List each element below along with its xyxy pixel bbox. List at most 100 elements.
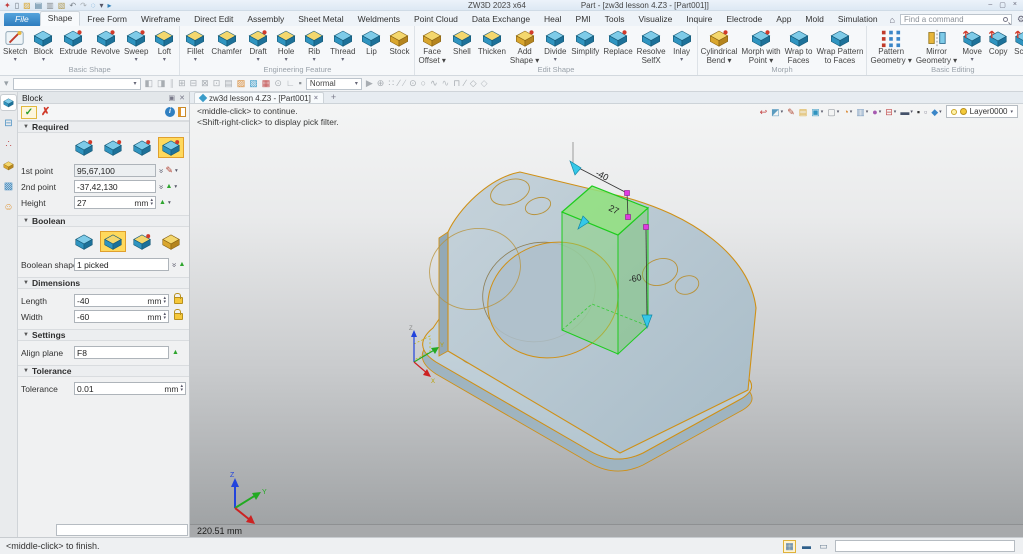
back-arrow-icon[interactable]: ↩ [760,107,768,117]
redo-icon[interactable]: ↷ [80,1,87,10]
dock-icon[interactable]: ▣ [169,94,176,102]
quick-edit-icon[interactable]: ▤ [799,107,808,117]
settings-gear-icon[interactable]: ⚙ [1017,14,1023,25]
ribbon-button-resolve-selfx[interactable]: Resolve SelfX [635,27,668,65]
menu-tab-sheet-metal[interactable]: Sheet Metal [291,13,350,26]
restore-button[interactable]: ▢ [999,1,1006,9]
draw-tool-icon-9[interactable]: ∿ [442,77,450,90]
play-icon[interactable]: ▸ [108,1,112,10]
toolbar2-icon-13[interactable]: ∟ [286,77,295,90]
find-command-box[interactable]: Find a command [899,14,1012,25]
menu-tab-app[interactable]: App [769,13,798,26]
ribbon-button-rib[interactable]: Rib ▾ [300,27,328,63]
status-input-field[interactable] [835,540,1015,552]
ribbon-button-wrap-pattern-to-faces[interactable]: Wrap Pattern to Faces [814,27,865,65]
grid-snap-icon[interactable]: ▦ [783,539,796,553]
measure-icon[interactable]: ⊟ ▾ [885,107,896,117]
toolbar2-left-icon-1[interactable]: ▾ [4,78,9,88]
draw-tool-icon-11[interactable]: ∕ [464,77,466,90]
dropdown-caret[interactable]: ▾ [163,57,166,63]
spinner[interactable]: ▴ ▾ [163,312,166,320]
dialog-close-icon[interactable]: ✕ [179,94,185,102]
toolbar2-icon-1[interactable]: ◧ [145,77,154,90]
block-preview[interactable] [560,185,650,356]
first-point-input[interactable] [77,165,153,176]
save-icon[interactable]: ▤ [35,1,43,10]
dropdown-caret[interactable]: ▾ [194,57,197,63]
height-input[interactable] [77,197,134,208]
draw-tool-icon-13[interactable]: ◇ [481,77,488,90]
section-settings[interactable]: ▼ Settings [18,329,189,341]
cancel-button[interactable]: ✗ [41,106,50,119]
history-manager-icon[interactable]: ⊟ [1,116,16,131]
app-logo-icon[interactable]: ✦ [4,1,11,10]
toolbar2-icon-10[interactable]: ▧ [249,77,258,90]
pick-arrow-icon[interactable]: ▲ [178,261,185,268]
dropdown-caret[interactable]: ▾ [341,57,344,63]
section-boolean[interactable]: ▼ Boolean [18,215,189,227]
role-manager-icon[interactable]: ☺ [1,200,16,215]
ribbon-button-shell[interactable]: Shell [448,27,476,57]
ribbon-button-simplify[interactable]: Simplify [569,27,601,57]
expand-icon[interactable]: » [157,168,166,172]
monitor-icon[interactable]: ▬ [800,540,813,553]
new-file-icon[interactable]: ▯ [15,1,19,10]
save-all-icon[interactable]: ▥ [46,1,54,10]
draw-tool-icon-6[interactable]: ⊙ [409,77,417,90]
flat-icon[interactable]: ▪ [917,107,920,117]
tolerance-input[interactable] [77,383,164,394]
layer-selector[interactable]: Layer0000 ▾ [945,105,1018,118]
expand-icon[interactable]: » [170,262,179,266]
toolbar2-icon-14[interactable]: ▪ [299,77,302,90]
second-point-input[interactable] [77,181,153,192]
tab-close-icon[interactable]: × [314,95,318,102]
boolean-option-4[interactable] [158,231,184,252]
ribbon-button-sweep[interactable]: Sweep ▾ [122,27,150,63]
display-icon[interactable]: ▬ ▾ [900,107,913,117]
info-icon[interactable]: i [165,107,175,117]
3d-scene[interactable]: -40 27 -60 Z Y X Z Y [190,104,1023,524]
plate-left-face[interactable] [438,231,449,357]
ribbon-button-draft[interactable]: Draft ▾ [244,27,272,63]
menu-tab-pmi[interactable]: PMI [569,13,598,26]
dimension-length[interactable]: -40 [569,142,628,194]
menu-tab-wireframe[interactable]: Wireframe [134,13,187,26]
menu-tab-simulation[interactable]: Simulation [831,13,885,26]
dropdown-caret[interactable]: ▾ [14,57,17,63]
length-input[interactable] [77,295,147,306]
menu-tab-weldments[interactable]: Weldments [351,13,407,26]
dropdown-caret[interactable]: ▾ [168,200,171,206]
draw-tool-icon-4[interactable]: ∕ [398,77,400,90]
document-tab[interactable]: zw3d lesson 4.Z3 - [Part001] × [194,92,324,103]
window-icon[interactable]: ▭ [817,540,830,553]
ribbon-button-thread[interactable]: Thread ▾ [328,27,357,63]
menu-tab-inquire[interactable]: Inquire [679,13,719,26]
boolean-option-2[interactable] [100,231,126,252]
spinner[interactable]: ▴ ▾ [150,198,153,206]
dropdown-caret[interactable]: ▾ [42,57,45,63]
draw-tool-icon-10[interactable]: ⊓ [453,77,460,90]
dropdown-caret[interactable]: ▾ [680,57,683,63]
ribbon-button-divide[interactable]: Divide ▾ [541,27,569,63]
command-input-field[interactable] [56,524,188,536]
clip-plane-icon[interactable]: ◆ ▾ [931,107,941,117]
pencil-icon[interactable]: ✎ [165,166,173,175]
toolbar2-icon-5[interactable]: ⊟ [190,77,198,90]
viewport[interactable]: zw3d lesson 4.Z3 - [Part001] × + <middle… [190,92,1023,537]
ribbon-button-inlay[interactable]: Inlay ▾ [668,27,696,63]
section-required[interactable]: ▼ Required [18,121,189,133]
home-icon[interactable]: ⌂ [890,15,895,25]
draw-tool-icon-8[interactable]: ∿ [430,77,438,90]
menu-tab-tools[interactable]: Tools [598,13,632,26]
ribbon-button-pattern-geometry[interactable]: Pattern Geometry ▾ [868,27,913,65]
dropdown-caret[interactable]: ▾ [135,57,138,63]
block-type-option-4[interactable] [158,137,184,158]
appearance-icon[interactable]: ● ▾ [872,107,881,117]
ribbon-button-chamfer[interactable]: Chamfer [209,27,244,57]
menu-tab-assembly[interactable]: Assembly [240,13,291,26]
close-button[interactable]: × [1013,1,1017,9]
draw-tool-icon-5[interactable]: ∕ [404,77,406,90]
menu-tab-heal[interactable]: Heal [537,13,568,26]
draw-tool-icon-7[interactable]: ○ [421,77,426,90]
qat-more-icon[interactable]: ▾ [100,1,104,10]
